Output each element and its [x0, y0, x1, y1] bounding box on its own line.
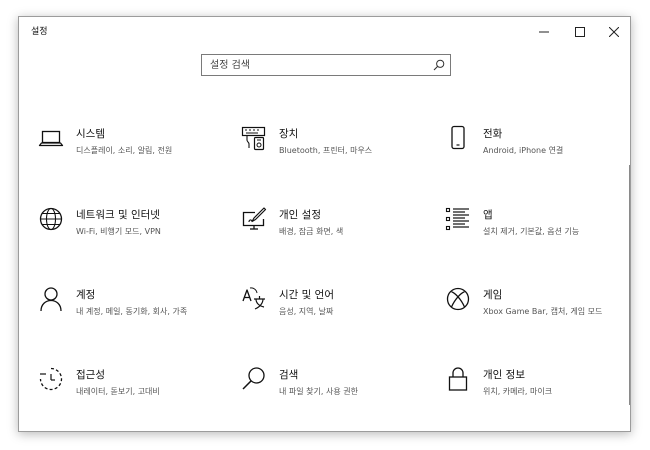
tile-title: 계정 — [76, 289, 96, 301]
tile-description: 배경, 잠금 화면, 색 — [279, 227, 344, 236]
close-icon — [609, 26, 619, 37]
tile-search[interactable]: 검색 내 파일 찾기, 사용 권한 — [241, 366, 421, 426]
tile-accounts[interactable]: 계정 내 계정, 메일, 동기화, 회사, 가족 — [38, 286, 218, 346]
title-bar[interactable]: 설정 — [19, 17, 630, 46]
minimize-button[interactable] — [527, 17, 561, 46]
tile-title: 시스템 — [76, 128, 105, 140]
search-input[interactable] — [202, 55, 434, 75]
tile-title: 전화 — [483, 128, 503, 140]
scrollbar[interactable] — [629, 165, 630, 405]
tile-title: 앱 — [483, 209, 493, 221]
maximize-button[interactable] — [563, 17, 597, 46]
tile-phone[interactable]: 전화 Android, iPhone 연결 — [445, 125, 625, 185]
tile-description: 디스플레이, 소리, 알림, 전원 — [76, 146, 173, 155]
globe-icon — [39, 207, 63, 231]
tile-description: Android, iPhone 연결 — [483, 146, 564, 155]
lock-icon — [448, 367, 468, 391]
tile-description: 음성, 지역, 날짜 — [279, 307, 334, 316]
laptop-icon — [38, 130, 64, 147]
tile-system[interactable]: 시스템 디스플레이, 소리, 알림, 전원 — [38, 125, 218, 185]
devices-icon — [241, 126, 266, 151]
window-title: 설정 — [31, 27, 48, 37]
time-language-icon — [242, 287, 265, 310]
search-icon[interactable] — [433, 59, 445, 71]
apps-list-icon — [445, 207, 469, 231]
personalization-icon — [242, 207, 267, 230]
tile-title: 검색 — [279, 369, 299, 381]
settings-window: 설정 시스템 디스플레이, — [18, 16, 631, 432]
search-icon — [242, 367, 265, 390]
tile-personalization[interactable]: 개인 설정 배경, 잠금 화면, 색 — [241, 206, 421, 266]
tile-title: 장치 — [279, 128, 299, 140]
person-icon — [40, 287, 62, 312]
minimize-icon — [539, 31, 549, 32]
tile-description: Bluetooth, 프린터, 마우스 — [279, 146, 373, 155]
tile-description: 내 파일 찾기, 사용 권한 — [279, 387, 358, 396]
xbox-icon — [446, 287, 470, 311]
tile-accessibility[interactable]: 접근성 내레이터, 돋보기, 고대비 — [38, 366, 218, 426]
tile-devices[interactable]: 장치 Bluetooth, 프린터, 마우스 — [241, 125, 421, 185]
tile-privacy[interactable]: 개인 정보 위치, 카메라, 마이크 — [445, 366, 625, 426]
tile-description: 설치 제거, 기본값, 옵션 기능 — [483, 227, 580, 236]
close-button[interactable] — [597, 17, 630, 46]
search-box[interactable] — [201, 54, 451, 76]
accessibility-icon — [39, 367, 63, 391]
tile-title: 게임 — [483, 289, 503, 301]
tile-title: 개인 설정 — [279, 209, 321, 221]
tile-description: 내레이터, 돋보기, 고대비 — [76, 387, 160, 396]
tile-title: 개인 정보 — [483, 369, 525, 381]
tile-description: Wi-Fi, 비행기 모드, VPN — [76, 227, 161, 236]
tile-description: Xbox Game Bar, 캡처, 게임 모드 — [483, 307, 603, 316]
tile-network[interactable]: 네트워크 및 인터넷 Wi-Fi, 비행기 모드, VPN — [38, 206, 218, 266]
phone-icon — [451, 125, 465, 150]
tile-title: 시간 및 언어 — [279, 289, 334, 301]
tile-title: 네트워크 및 인터넷 — [76, 209, 160, 221]
maximize-icon — [575, 26, 585, 37]
tile-time-language[interactable]: 시간 및 언어 음성, 지역, 날짜 — [241, 286, 421, 346]
tile-gaming[interactable]: 게임 Xbox Game Bar, 캡처, 게임 모드 — [445, 286, 625, 346]
tile-description: 위치, 카메라, 마이크 — [483, 387, 553, 396]
tile-apps[interactable]: 앱 설치 제거, 기본값, 옵션 기능 — [445, 206, 625, 266]
tile-description: 내 계정, 메일, 동기화, 회사, 가족 — [76, 307, 188, 316]
tile-title: 접근성 — [76, 369, 105, 381]
